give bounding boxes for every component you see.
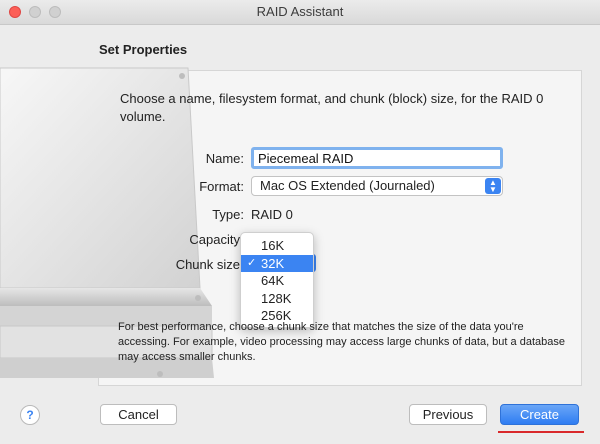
checkmark-icon: ✓ bbox=[247, 256, 257, 269]
menu-item-64k[interactable]: 64K bbox=[241, 272, 313, 290]
raid-assistant-window: RAID Assistant Set Properties Choose a n… bbox=[0, 0, 600, 444]
performance-note: For best performance, choose a chunk siz… bbox=[118, 321, 565, 363]
chunk-size-label: Chunk size bbox=[175, 257, 240, 272]
name-input[interactable] bbox=[251, 147, 503, 169]
page-title: Set Properties bbox=[99, 42, 188, 57]
format-selected-value: Mac OS Extended (Journaled) bbox=[260, 178, 435, 193]
title-bar: RAID Assistant bbox=[0, 0, 600, 25]
format-select[interactable]: Mac OS Extended (Journaled) ▲ ▼ bbox=[251, 176, 503, 196]
name-label: Name: bbox=[205, 151, 244, 166]
menu-item-16k[interactable]: 16K bbox=[241, 237, 313, 255]
menu-item-32k[interactable]: ✓ 32K bbox=[241, 254, 313, 272]
help-icon[interactable]: ? bbox=[20, 405, 40, 425]
annotation-underline bbox=[498, 431, 584, 433]
chevron-updown-icon: ▲ ▼ bbox=[485, 178, 501, 194]
capacity-label: Capacity bbox=[189, 232, 240, 247]
menu-item-128k[interactable]: 128K bbox=[241, 290, 313, 308]
cancel-button[interactable]: Cancel bbox=[100, 404, 177, 425]
type-value: RAID 0 bbox=[251, 207, 293, 222]
type-label: Type: bbox=[212, 207, 244, 222]
description-text: Choose a name, filesystem format, and ch… bbox=[120, 91, 544, 124]
create-button[interactable]: Create bbox=[500, 404, 579, 425]
format-label: Format: bbox=[199, 179, 244, 194]
window-title: RAID Assistant bbox=[256, 4, 344, 19]
chunk-size-menu: 16K ✓ 32K 64K 128K 256K bbox=[240, 232, 314, 328]
previous-button[interactable]: Previous bbox=[409, 404, 487, 425]
